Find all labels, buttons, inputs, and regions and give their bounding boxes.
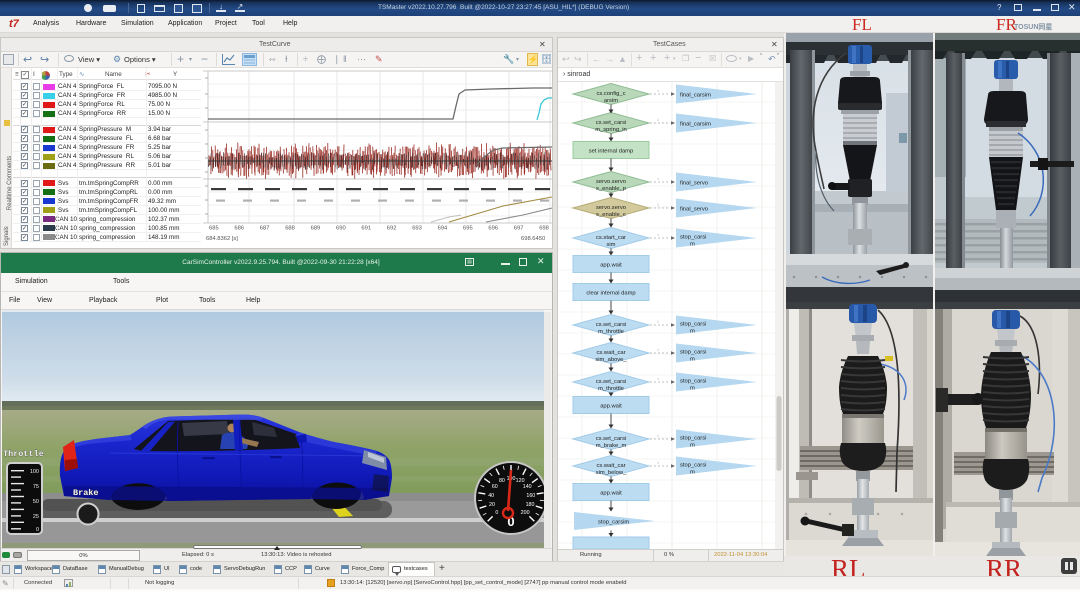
svg-text:final_carsim: final_carsim [680, 122, 711, 128]
svg-text:m: m [690, 329, 695, 335]
svg-text:servo.servo: servo.servo [596, 179, 626, 185]
svg-text:695: 695 [463, 226, 473, 232]
svg-text:75: 75 [33, 484, 39, 490]
svg-text:698.6450: 698.6450 [521, 236, 545, 242]
svg-text:stop_carsi: stop_carsi [680, 350, 706, 356]
svg-text:140: 140 [523, 484, 532, 490]
svg-text:685: 685 [209, 226, 219, 232]
svg-text:Brake: Brake [73, 488, 99, 498]
svg-text:Throttle: Throttle [3, 449, 44, 459]
svg-text:692: 692 [387, 226, 397, 232]
svg-text:cs.start_car: cs.start_car [596, 235, 626, 241]
svg-text:stop_carsi: stop_carsi [680, 436, 706, 442]
svg-text:694: 694 [438, 226, 448, 232]
svg-text:50: 50 [33, 499, 39, 505]
svg-text:set internal damp: set internal damp [589, 149, 633, 155]
svg-text:60: 60 [492, 484, 498, 490]
svg-text:40: 40 [488, 493, 494, 499]
svg-text:servo.servo: servo.servo [596, 205, 626, 211]
svg-text:160: 160 [526, 493, 535, 499]
svg-text:stop_carsi: stop_carsi [680, 379, 706, 385]
svg-text:m_throttle: m_throttle [598, 386, 624, 392]
svg-text:sim: sim [606, 242, 615, 248]
svg-text:0: 0 [495, 510, 498, 516]
svg-text:cs.set_carsi: cs.set_carsi [596, 379, 627, 385]
svg-text:arsim: arsim [604, 98, 618, 104]
svg-text:25: 25 [33, 514, 39, 520]
svg-text:688: 688 [285, 226, 295, 232]
svg-text:100: 100 [30, 469, 39, 475]
svg-text:m: m [690, 242, 695, 248]
svg-text:m: m [690, 386, 695, 392]
svg-text:cs.config_c: cs.config_c [597, 91, 626, 97]
svg-text:696: 696 [488, 226, 498, 232]
svg-text:697: 697 [514, 226, 524, 232]
svg-text:693: 693 [412, 226, 422, 232]
svg-text:cs.set_carsi: cs.set_carsi [596, 322, 627, 328]
svg-text:691: 691 [361, 226, 371, 232]
svg-text:m_brake_m: m_brake_m [596, 443, 627, 449]
svg-text:clear internal damp: clear internal damp [586, 291, 635, 297]
svg-text:m: m [690, 470, 695, 476]
svg-text:cs.set_carsi: cs.set_carsi [596, 120, 627, 126]
svg-text:687: 687 [260, 226, 270, 232]
svg-text:0: 0 [36, 527, 39, 533]
svg-text:m: m [690, 443, 695, 449]
svg-text:cs.set_carsi: cs.set_carsi [596, 436, 627, 442]
svg-text:final_servo: final_servo [680, 207, 708, 213]
svg-text:app.wait: app.wait [600, 263, 622, 269]
svg-text:686: 686 [234, 226, 244, 232]
svg-text:stop_carsi: stop_carsi [680, 322, 706, 328]
svg-text:180: 180 [526, 502, 535, 508]
svg-text:698: 698 [539, 226, 549, 232]
svg-text:s_enable_p: s_enable_p [596, 186, 626, 192]
svg-text:sim_below_: sim_below_ [596, 470, 627, 476]
svg-text:m: m [690, 357, 695, 363]
svg-text:app.wait: app.wait [600, 404, 622, 410]
svg-text:20: 20 [489, 502, 495, 508]
svg-text:m_throttle: m_throttle [598, 329, 624, 335]
svg-text:200: 200 [521, 510, 530, 516]
svg-text:stop_carsim: stop_carsim [598, 520, 629, 526]
svg-text:final_carsim: final_carsim [680, 93, 711, 99]
svg-text:final_servo: final_servo [680, 181, 708, 187]
svg-text:690: 690 [336, 226, 346, 232]
svg-text:689: 689 [311, 226, 321, 232]
svg-text:cs.wait_car: cs.wait_car [597, 463, 626, 469]
svg-text:cs.wait_car: cs.wait_car [597, 350, 626, 356]
svg-text:80: 80 [499, 478, 505, 484]
svg-text:app.wait: app.wait [600, 491, 622, 497]
svg-text:m_spring_in: m_spring_in [595, 127, 627, 133]
svg-text:stop_carsi: stop_carsi [680, 235, 706, 241]
svg-text:684.8362 [s]: 684.8362 [s] [206, 236, 238, 242]
svg-text:stop_carsi: stop_carsi [680, 463, 706, 469]
svg-text:s_enable_c: s_enable_c [596, 212, 626, 218]
svg-text:sim_above_: sim_above_ [595, 357, 627, 363]
